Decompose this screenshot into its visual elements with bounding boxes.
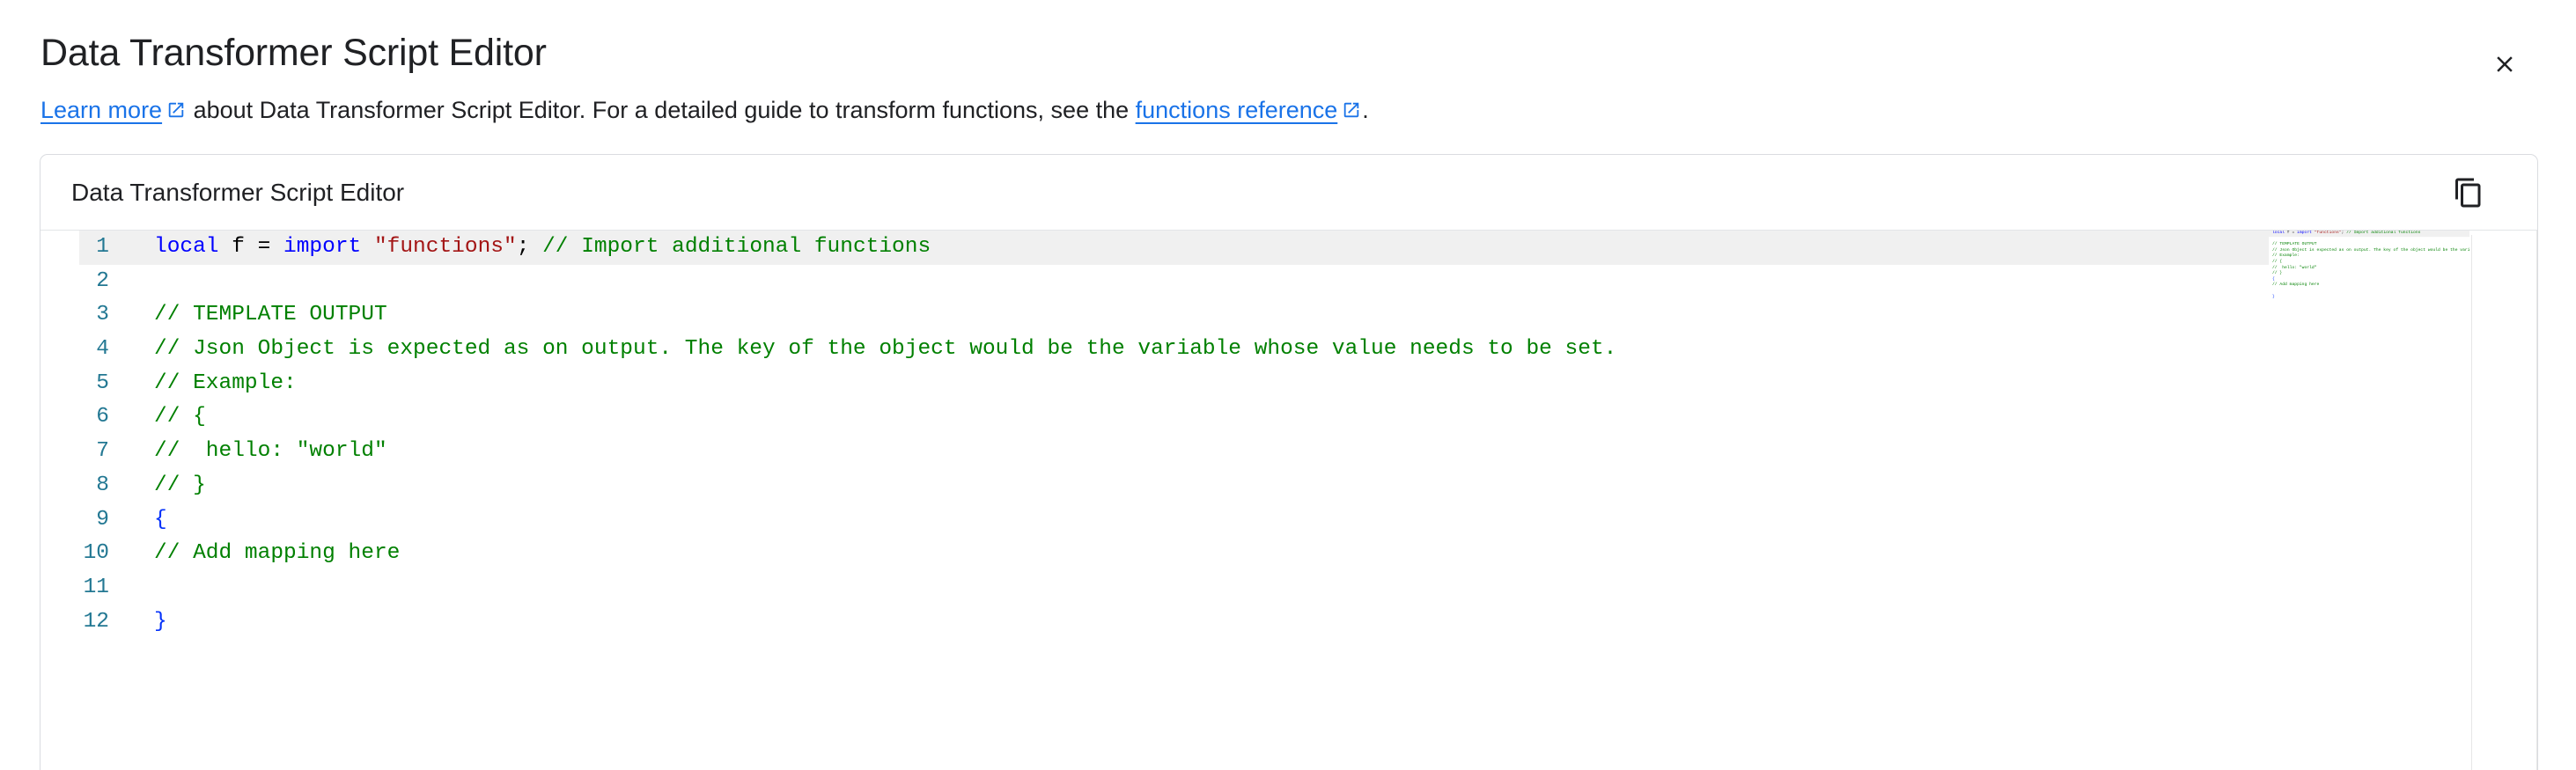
copy-icon <box>2453 177 2484 209</box>
dialog-header: Data Transformer Script Editor Learn mor… <box>0 0 2576 125</box>
editor-card: Data Transformer Script Editor 1 local f … <box>40 154 2538 770</box>
line-number: 9 <box>96 507 109 532</box>
functions-reference-link[interactable]: functions reference <box>1136 97 1338 123</box>
line-number: 5 <box>96 370 109 395</box>
line-number: 8 <box>96 473 109 497</box>
code-line[interactable]: 2 <box>40 265 2537 299</box>
description-middle: about Data Transformer Script Editor. Fo… <box>187 97 1136 123</box>
code-token-comment: // { <box>154 405 206 429</box>
external-link-icon <box>1342 100 1361 120</box>
editor-card-header: Data Transformer Script Editor <box>40 155 2537 231</box>
code-line-text[interactable]: // TEMPLATE OUTPUT <box>113 298 387 333</box>
line-number: 2 <box>96 268 109 293</box>
learn-more-link[interactable]: Learn more <box>40 97 162 123</box>
code-line[interactable]: 10 // Add mapping here <box>40 537 2537 571</box>
code-line[interactable]: 3 // TEMPLATE OUTPUT <box>40 298 2537 333</box>
editor-card-title: Data Transformer Script Editor <box>71 178 405 206</box>
close-icon <box>2491 51 2518 77</box>
minimap-slider[interactable] <box>2269 231 2469 770</box>
line-number: 3 <box>96 303 109 327</box>
code-token-brace: { <box>154 507 167 532</box>
code-line[interactable]: 4 // Json Object is expected as on output… <box>40 333 2537 367</box>
line-number: 7 <box>96 439 109 464</box>
code-line-text[interactable]: // hello: "world" <box>113 435 387 469</box>
line-number: 10 <box>83 541 109 566</box>
code-token-str: "functions" <box>373 235 517 259</box>
code-token-comment: // TEMPLATE OUTPUT <box>154 303 387 327</box>
line-number: 6 <box>96 405 109 429</box>
code-token-comment: // Import additional functions <box>529 235 931 259</box>
code-line[interactable]: 12} <box>40 605 2537 640</box>
code-line-text[interactable]: { <box>113 503 167 538</box>
editor-right-edge <box>2536 231 2537 770</box>
line-number: 11 <box>83 575 109 599</box>
line-number: 12 <box>83 609 109 634</box>
code-token-brace: } <box>154 609 167 634</box>
code-lines-container[interactable]: 1 local f = import "functions"; // Import… <box>40 231 2537 770</box>
code-line[interactable]: 9{ <box>40 503 2537 538</box>
code-line-text[interactable]: // } <box>113 469 206 503</box>
description-text: Learn more about Data Transformer Script… <box>40 95 2536 125</box>
code-token-comment: // Json Object is expected as on output.… <box>154 337 1617 362</box>
code-line-text[interactable]: // Add mapping here <box>113 537 400 571</box>
code-line[interactable]: 1 local f = import "functions"; // Import… <box>40 231 2537 265</box>
code-line[interactable]: 5 // Example: <box>40 367 2537 401</box>
code-line-text[interactable]: // Json Object is expected as on output.… <box>113 333 1616 367</box>
line-number: 1 <box>96 235 109 259</box>
code-token-comment: // hello: "world" <box>154 439 387 464</box>
code-line[interactable]: 7 // hello: "world" <box>40 435 2537 469</box>
line-number: 4 <box>96 337 109 362</box>
code-line[interactable]: 8 // } <box>40 469 2537 503</box>
page-title: Data Transformer Script Editor <box>40 32 547 74</box>
data-transformer-script-editor-dialog: Data Transformer Script Editor Learn mor… <box>0 0 2576 770</box>
copy-button[interactable] <box>2444 168 2493 217</box>
description-end: . <box>1362 97 1369 123</box>
close-button[interactable] <box>2484 44 2525 84</box>
code-token-comment: // Example: <box>154 370 297 395</box>
code-token-comment: // } <box>154 473 206 497</box>
code-token-plain: f = <box>218 235 284 259</box>
code-line-text[interactable]: } <box>113 605 167 640</box>
editor-minimap[interactable]: local f = import "functions"; // Import … <box>2269 231 2469 770</box>
code-line[interactable]: 6 // { <box>40 400 2537 435</box>
code-editor[interactable]: 1 local f = import "functions"; // Import… <box>40 231 2537 770</box>
code-line-text[interactable]: // { <box>113 400 206 435</box>
code-token-plain: ; <box>516 235 530 259</box>
code-line-text[interactable]: // Example: <box>113 367 297 401</box>
external-link-icon <box>166 100 186 120</box>
code-line-text[interactable]: local f = import "functions"; // Import … <box>113 231 931 265</box>
code-token-kw: local <box>154 235 219 259</box>
code-token-kw: import <box>283 235 362 259</box>
code-line[interactable]: 11 <box>40 571 2537 605</box>
code-token-comment: // Add mapping here <box>154 541 401 566</box>
minimap-divider <box>2471 235 2472 770</box>
